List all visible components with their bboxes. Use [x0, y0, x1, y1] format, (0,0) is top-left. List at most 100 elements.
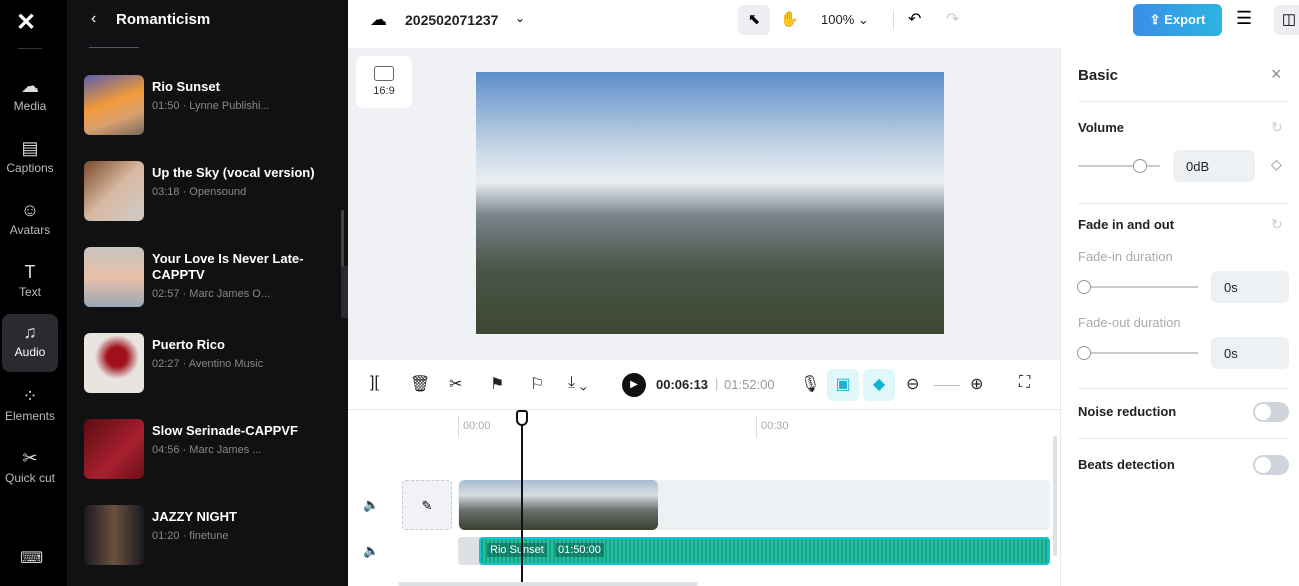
- fullscreen-icon[interactable]: ⛶: [1019, 374, 1030, 392]
- nav-rail: ✕ ☁ Media ▤ Captions ☺ Avatars T Text ♫ Audio…: [0, 0, 67, 586]
- vertical-scrollbar[interactable]: [1053, 436, 1057, 556]
- project-name[interactable]: 202502071237: [405, 12, 498, 28]
- close-icon[interactable]: ×: [1271, 64, 1282, 85]
- track-meta: 04:56 · Marc James ...: [152, 444, 262, 456]
- track-item[interactable]: Puerto Rico 02:27 · Aventino Music: [84, 333, 334, 393]
- ai-icon[interactable]: ⚑: [490, 374, 504, 394]
- reset-fade-icon[interactable]: ↻: [1271, 216, 1283, 233]
- playhead-handle[interactable]: [516, 410, 528, 426]
- rail-audio[interactable]: ♫ Audio: [2, 314, 58, 372]
- track-item[interactable]: Rio Sunset 01:50 · Lynne Publishi...: [84, 75, 334, 135]
- keyboard-icon[interactable]: ⌨: [20, 548, 43, 568]
- rail-media[interactable]: ☁ Media: [2, 68, 58, 126]
- track-item[interactable]: Slow Serinade-CAPPVF 04:56 · Marc James .…: [84, 419, 334, 479]
- track-item[interactable]: Up the Sky (vocal version) 03:18 · Openso…: [84, 161, 334, 221]
- audio-panel: ‹ Romanticism Rio Sunset 01:50 · Lynne Pu…: [67, 0, 354, 586]
- track-name: Slow Serinade-CAPPVF: [152, 423, 298, 438]
- label: Text: [18, 285, 41, 299]
- layout-toggle-button[interactable]: ◫: [1274, 5, 1299, 35]
- export-button[interactable]: ⇪ Export: [1133, 4, 1222, 36]
- rail-captions[interactable]: ▤ Captions: [2, 130, 58, 188]
- cover-edit-button[interactable]: ✎: [402, 480, 452, 530]
- tick-label: 00:00: [463, 420, 491, 432]
- select-tool-button[interactable]: ⬉: [738, 5, 770, 35]
- fadein-slider[interactable]: [1077, 280, 1198, 294]
- fadein-input[interactable]: 0s: [1211, 271, 1289, 303]
- horizontal-scrollbar[interactable]: [398, 582, 698, 586]
- audio-clip[interactable]: Rio Sunset 01:50:00: [479, 537, 1050, 565]
- auto-snap-button[interactable]: ▣: [827, 369, 859, 401]
- noise-label: Noise reduction: [1078, 404, 1177, 419]
- keyframe-icon[interactable]: ◇: [1271, 156, 1282, 173]
- back-button[interactable]: ‹: [91, 10, 96, 28]
- noise-reduction-toggle[interactable]: [1253, 402, 1289, 422]
- timeline: 00:00 00:30 🔈 🔈 ✎ Rio Sunset 01:50:00: [348, 410, 1060, 586]
- aspect-ratio-button[interactable]: 16:9: [356, 56, 412, 108]
- rail-avatars[interactable]: ☺ Avatars: [2, 192, 58, 250]
- video-clip[interactable]: [459, 480, 658, 530]
- fadeout-slider[interactable]: [1077, 346, 1198, 360]
- track-item[interactable]: Your Love Is Never Late-CAPPTV 02:57 · Ma…: [84, 247, 334, 307]
- chevron-down-icon[interactable]: ⌄: [515, 11, 525, 25]
- tick: [458, 416, 459, 438]
- microphone-icon[interactable]: 🎙: [800, 374, 820, 394]
- volume-slider[interactable]: [1078, 159, 1160, 173]
- panel-title: Basic: [1078, 67, 1119, 84]
- fadeout-input[interactable]: 0s: [1211, 337, 1289, 369]
- properties-panel: Basic × Volume ↻ 0dB ◇ Fade in and out ↻…: [1060, 48, 1299, 586]
- flag-icon[interactable]: ⚐: [530, 374, 544, 394]
- zoom-in-icon[interactable]: ⊕: [970, 374, 983, 394]
- cloud-icon[interactable]: ☁: [370, 10, 387, 30]
- export-icon: ⇪: [1149, 12, 1161, 27]
- undo-icon[interactable]: ↶: [908, 9, 921, 29]
- track-meta: 02:57 · Marc James O...: [152, 288, 270, 300]
- label: Captions: [6, 161, 54, 175]
- label: Quick cut: [4, 471, 55, 485]
- track-name: Up the Sky (vocal version): [152, 165, 315, 180]
- beats-detection-toggle[interactable]: [1253, 455, 1289, 475]
- audio-track-mute-icon[interactable]: 🔈: [363, 543, 379, 559]
- divider: [1078, 101, 1288, 102]
- music-icon: ♫: [23, 322, 37, 342]
- volume-input[interactable]: 0dB: [1173, 150, 1255, 182]
- preview-area: 16:9: [348, 48, 1060, 360]
- aspect-ratio-label: 16:9: [373, 85, 395, 97]
- track-thumbnail: [84, 75, 144, 135]
- rail-quick-cut[interactable]: ✂ Quick cut: [2, 440, 58, 504]
- delete-icon[interactable]: 🗑: [410, 374, 430, 394]
- audio-clip-duration: 01:50:00: [555, 543, 604, 557]
- timeline-toolbar: ][ 🗑 ✂ ⚑ ⚐ ⤓ ⌄ ▶ 00:06:13 | 01:52:00 🎙 ▣…: [348, 360, 1060, 410]
- divider: [1078, 388, 1288, 389]
- layers-icon[interactable]: ☰: [1236, 8, 1252, 29]
- split-icon[interactable]: ][: [370, 374, 379, 392]
- video-track-mute-icon[interactable]: 🔈: [363, 497, 379, 513]
- beats-label: Beats detection: [1078, 457, 1175, 472]
- video-preview[interactable]: [476, 72, 944, 334]
- hand-tool-button[interactable]: ✋: [780, 10, 799, 28]
- fade-label: Fade in and out: [1078, 217, 1175, 232]
- track-name: Puerto Rico: [152, 337, 225, 352]
- aspect-ratio-icon: [374, 66, 394, 81]
- top-bar: ☁ 202502071237 ⌄ ⬉ ✋ 100% ⌄ ↶ ↷ ⇪ Export…: [348, 0, 1299, 40]
- current-time: 00:06:13: [656, 377, 709, 392]
- play-button[interactable]: ▶: [622, 373, 646, 397]
- zoom-out-icon[interactable]: ⊖: [906, 374, 919, 394]
- zoom-slider[interactable]: [934, 385, 960, 386]
- zoom-select[interactable]: 100% ⌄: [821, 12, 869, 28]
- rail-text[interactable]: T Text: [2, 254, 58, 312]
- reset-volume-icon[interactable]: ↻: [1271, 119, 1283, 136]
- track-meta: 01:50 · Lynne Publishi...: [152, 100, 270, 112]
- cut-icon[interactable]: ✂: [449, 374, 462, 394]
- redo-icon[interactable]: ↷: [946, 9, 959, 29]
- time-separator: |: [715, 376, 719, 391]
- track-item[interactable]: JAZZY NIGHT 01:20 · finetune: [84, 505, 334, 565]
- fadeout-label: Fade-out duration: [1078, 315, 1181, 330]
- track-thumbnail: [84, 247, 144, 307]
- rail-elements[interactable]: ⁘ Elements: [2, 378, 58, 436]
- playhead[interactable]: [521, 410, 523, 586]
- divider: [18, 48, 42, 49]
- track-thumbnail: [84, 505, 144, 565]
- app-logo: ✕: [16, 9, 37, 36]
- download-icon[interactable]: ⤓ ⌄: [568, 374, 587, 392]
- align-button[interactable]: ◆: [863, 369, 895, 401]
